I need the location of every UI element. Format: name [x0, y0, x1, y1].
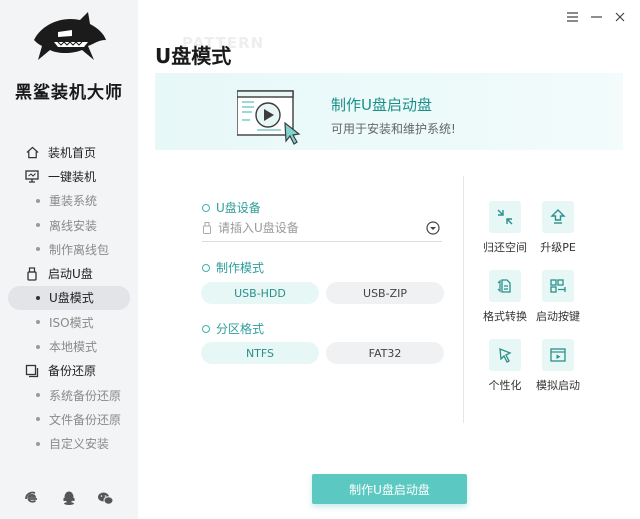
banner: 制作U盘启动盘 可用于安装和维护系统! — [155, 73, 623, 150]
circle-icon — [202, 324, 210, 333]
sidebar-item-label: 装机首页 — [48, 145, 97, 160]
bullet-icon — [36, 247, 40, 252]
bullet-icon — [36, 344, 40, 349]
mode-usb-hdd-button[interactable]: USB-HDD — [201, 282, 319, 304]
format-convert-icon — [497, 279, 511, 293]
tool-label: 格式转换 — [483, 310, 527, 323]
home-icon — [24, 144, 40, 160]
shark-logo-icon — [34, 12, 106, 60]
app-name: 黑鲨装机大师 — [15, 83, 123, 103]
sidebar-item-label: U盘模式 — [49, 291, 94, 306]
partition-ntfs-button[interactable]: NTFS — [201, 342, 319, 364]
upgrade-icon — [550, 209, 566, 224]
tool-upgrade-pe[interactable]: 升级PE — [528, 201, 588, 255]
minimize-icon[interactable] — [590, 10, 602, 24]
make-mode-label: 制作模式 — [202, 259, 264, 276]
close-icon[interactable] — [614, 10, 626, 24]
qq-icon[interactable] — [59, 488, 79, 508]
tool-personalize[interactable]: 个性化 — [475, 339, 535, 393]
bullet-icon — [36, 441, 40, 446]
sidebar-item-label: 系统备份还原 — [49, 388, 122, 403]
banner-title: 制作U盘启动盘 — [331, 96, 432, 114]
tool-label: 归还空间 — [483, 241, 527, 254]
bullet-icon — [36, 295, 40, 300]
usb-icon — [24, 266, 40, 282]
sidebar-item-label: 离线安装 — [49, 218, 98, 233]
bullet-icon — [36, 223, 40, 228]
tool-label: 升级PE — [540, 241, 576, 254]
bullet-icon — [36, 417, 40, 422]
sidebar-item-label: 一键装机 — [48, 169, 97, 184]
sidebar-item-one-click-install[interactable]: 一键装机 — [0, 164, 138, 188]
sidebar-footer — [0, 488, 138, 508]
usb-drive-icon — [203, 221, 211, 234]
sidebar-item-iso-mode[interactable]: ISO模式 — [0, 310, 138, 334]
sidebar-item-offline-package[interactable]: 制作离线包 — [0, 237, 138, 261]
sidebar-item-system-backup[interactable]: 系统备份还原 — [0, 383, 138, 407]
circle-icon — [202, 263, 210, 272]
sidebar-item-label: 文件备份还原 — [49, 412, 122, 427]
make-mode-label-text: 制作模式 — [216, 261, 265, 275]
sidebar-item-file-backup[interactable]: 文件备份还原 — [0, 407, 138, 431]
partition-format-label: 分区格式 — [202, 320, 264, 337]
partition-fat32-button[interactable]: FAT32 — [326, 342, 444, 364]
mode-usb-zip-button[interactable]: USB-ZIP — [326, 282, 444, 304]
menu-icon[interactable] — [566, 10, 578, 24]
sidebar-item-label: 备份还原 — [48, 364, 97, 379]
usb-device-select[interactable]: 请插入U盘设备 — [202, 214, 442, 242]
personalize-icon — [499, 347, 512, 363]
monitor-icon — [24, 168, 40, 184]
simulate-boot-icon — [550, 348, 566, 362]
sidebar-item-usb-mode[interactable]: U盘模式 — [8, 285, 130, 311]
sidebar-item-label: 重装系统 — [49, 194, 98, 209]
sidebar-item-home[interactable]: 装机首页 — [0, 140, 138, 164]
sidebar-item-label: 制作离线包 — [49, 242, 110, 257]
chevron-down-icon[interactable] — [426, 220, 440, 235]
boot-key-icon — [550, 279, 566, 293]
bullet-icon — [36, 393, 40, 398]
partition-format-label-text: 分区格式 — [216, 322, 265, 336]
banner-subtitle: 可用于安装和维护系统! — [331, 122, 456, 136]
sidebar-item-label: 自定义安装 — [49, 437, 110, 452]
sidebar-item-offline-install[interactable]: 离线安装 — [0, 213, 138, 237]
sidebar-item-custom-install[interactable]: 自定义安装 — [0, 432, 138, 456]
video-player-illustration-icon — [237, 90, 301, 145]
tool-label: 个性化 — [488, 379, 522, 392]
sidebar-item-label: 启动U盘 — [48, 267, 93, 282]
bullet-icon — [36, 320, 40, 325]
sidebar-nav: 装机首页 一键装机 重装系统 离线安装 制作离线包 启动U盘 U盘模式 ISO模… — [0, 140, 138, 456]
tool-format-convert[interactable]: 格式转换 — [475, 270, 535, 324]
sidebar-item-boot-usb[interactable]: 启动U盘 — [0, 261, 138, 285]
tool-simulate-boot[interactable]: 模拟启动 — [528, 339, 588, 393]
restore-space-icon — [497, 209, 513, 225]
tool-boot-key[interactable]: 启动按键 — [528, 270, 588, 324]
tool-restore-space[interactable]: 归还空间 — [475, 201, 535, 255]
make-usb-boot-button[interactable]: 制作U盘启动盘 — [312, 474, 467, 504]
usb-device-placeholder: 请插入U盘设备 — [218, 221, 299, 235]
sidebar-item-label: 本地模式 — [49, 340, 98, 355]
app-logo: 黑鲨装机大师 — [0, 8, 138, 103]
sidebar: 黑鲨装机大师 装机首页 一键装机 重装系统 离线安装 制作离线包 启动U盘 U盘… — [0, 0, 138, 519]
page-title: U盘模式 — [155, 44, 232, 68]
window-controls — [566, 10, 626, 24]
tool-label: 模拟启动 — [536, 379, 580, 392]
browser-e-icon[interactable] — [22, 488, 42, 508]
backup-icon — [24, 363, 40, 379]
vertical-divider — [463, 176, 464, 423]
sidebar-item-reinstall[interactable]: 重装系统 — [0, 189, 138, 213]
circle-icon — [202, 203, 210, 212]
sidebar-item-local-mode[interactable]: 本地模式 — [0, 334, 138, 358]
sidebar-item-label: ISO模式 — [49, 315, 94, 330]
sidebar-item-backup-restore[interactable]: 备份还原 — [0, 359, 138, 383]
wechat-icon[interactable] — [96, 488, 116, 508]
tool-label: 启动按键 — [536, 310, 580, 323]
bullet-icon — [36, 198, 40, 203]
